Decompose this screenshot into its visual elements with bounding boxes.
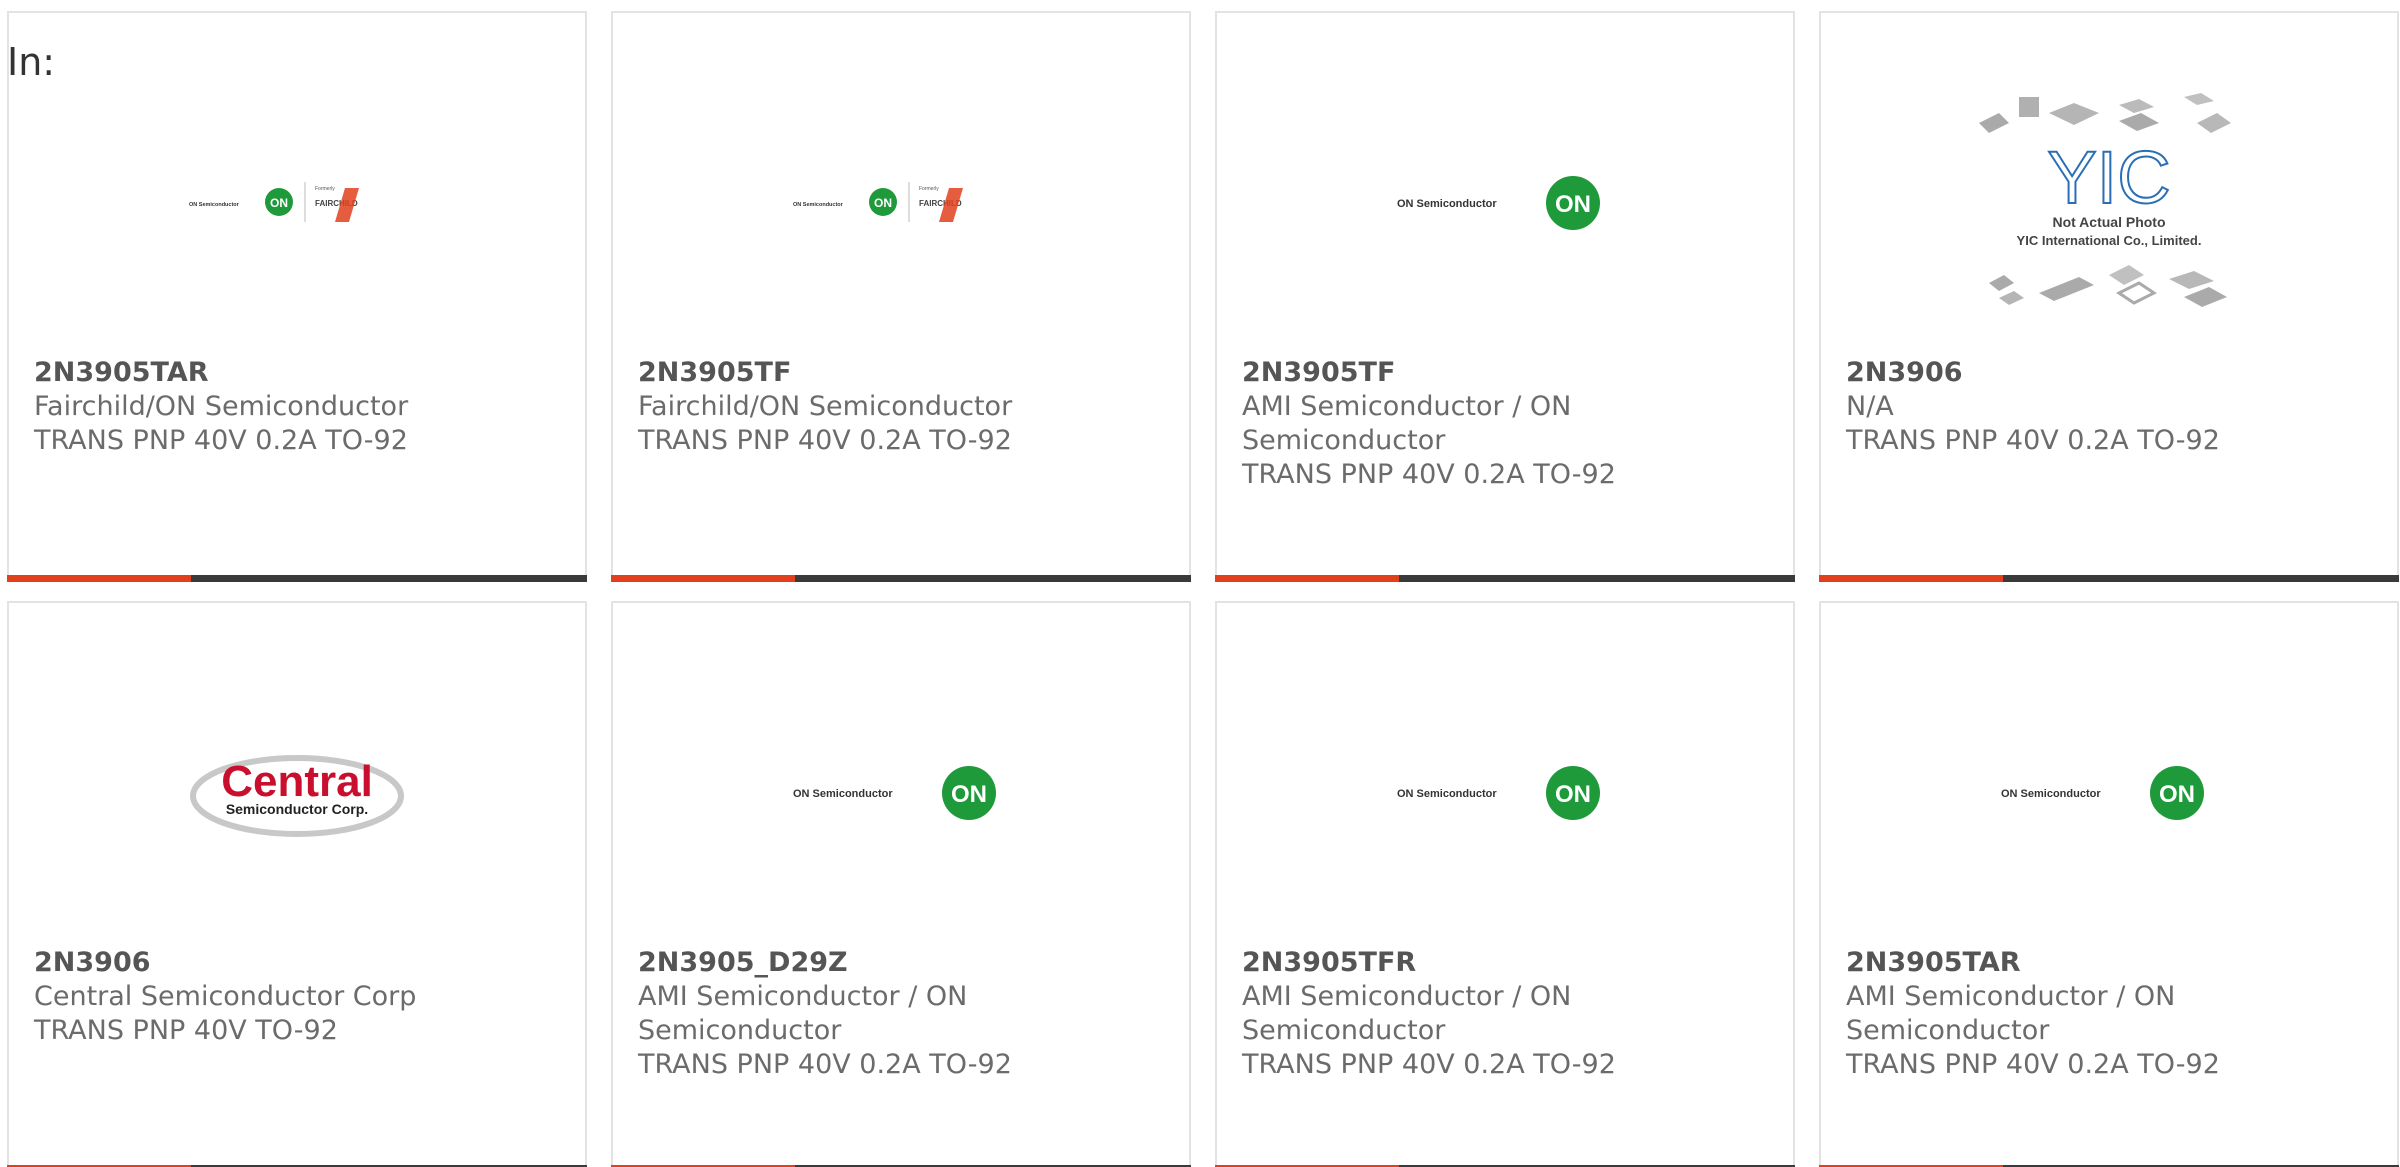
- manufacturer-logo: ON Semiconductor ON: [1217, 73, 1793, 333]
- svg-text:ON Semiconductor: ON Semiconductor: [793, 788, 893, 800]
- product-description: TRANS PNP 40V 0.2A TO-92: [1242, 459, 1616, 490]
- svg-text:ON: ON: [951, 781, 987, 808]
- on-semi-logo-icon: ON Semiconductor ON: [1397, 176, 1600, 230]
- product-description: TRANS PNP 40V 0.2A TO-92: [1846, 425, 2220, 456]
- part-number[interactable]: 2N3906: [1846, 356, 2357, 390]
- svg-text:ON: ON: [874, 196, 892, 210]
- svg-text:ON: ON: [270, 196, 288, 210]
- product-info: 2N3905TAR Fairchild/ON Semiconductor TRA…: [34, 356, 545, 458]
- manufacturer-name: AMI Semiconductor / ON Semiconductor: [1846, 981, 2176, 1046]
- svg-text:Formerly: Formerly: [919, 186, 939, 192]
- manufacturer-logo: ON Semiconductor ON: [613, 663, 1189, 923]
- part-number[interactable]: 2N3905TAR: [34, 356, 545, 390]
- manufacturer-name: Central Semiconductor Corp: [34, 981, 417, 1012]
- product-card[interactable]: ON Semiconductor ON 2N3905TF AMI Semicon…: [1215, 11, 1795, 582]
- part-number[interactable]: 2N3905TF: [638, 356, 1149, 390]
- card-accent-bar: [1215, 575, 1399, 582]
- product-card[interactable]: ON Semiconductor ON Formerly FAIRCHILD 2…: [611, 11, 1191, 582]
- card-bottom-bar: [1215, 575, 1795, 582]
- manufacturer-name: AMI Semiconductor / ON Semiconductor: [1242, 981, 1572, 1046]
- product-description: TRANS PNP 40V TO-92: [34, 1015, 338, 1046]
- card-accent-bar: [7, 575, 191, 582]
- product-description: TRANS PNP 40V 0.2A TO-92: [638, 425, 1012, 456]
- part-number[interactable]: 2N3905_D29Z: [638, 946, 1149, 980]
- part-number[interactable]: 2N3906: [34, 946, 545, 980]
- manufacturer-logo: ON Semiconductor ON: [1217, 663, 1793, 923]
- fairchild-on-logo-icon: ON Semiconductor ON Formerly FAIRCHILD: [189, 182, 359, 222]
- product-info: 2N3905TAR AMI Semiconductor / ON Semicon…: [1846, 946, 2357, 1082]
- product-info: 2N3906 Central Semiconductor Corp TRANS …: [34, 946, 545, 1048]
- svg-text:ON: ON: [2159, 781, 2195, 808]
- manufacturer-name: Fairchild/ON Semiconductor: [638, 391, 1013, 422]
- card-bottom-bar: [611, 575, 1191, 582]
- part-number[interactable]: 2N3905TAR: [1846, 946, 2357, 980]
- svg-text:ON Semiconductor: ON Semiconductor: [1397, 788, 1497, 800]
- product-description: TRANS PNP 40V 0.2A TO-92: [34, 425, 408, 456]
- on-semi-logo-icon: ON Semiconductor ON: [1397, 766, 1600, 820]
- part-number[interactable]: 2N3905TF: [1242, 356, 1753, 390]
- product-info: 2N3905TF Fairchild/ON Semiconductor TRAN…: [638, 356, 1149, 458]
- product-description: TRANS PNP 40V 0.2A TO-92: [1242, 1049, 1616, 1080]
- svg-text:Semiconductor Corp.: Semiconductor Corp.: [226, 801, 368, 817]
- svg-text:ON: ON: [1555, 191, 1591, 218]
- product-info: 2N3905_D29Z AMI Semiconductor / ON Semic…: [638, 946, 1149, 1082]
- manufacturer-logo: ON Semiconductor ON Formerly FAIRCHILD: [9, 73, 585, 333]
- card-bottom-bar: [1819, 575, 2399, 582]
- on-semi-logo-icon: ON Semiconductor ON: [793, 766, 996, 820]
- product-card[interactable]: ON Semiconductor ON Formerly FAIRCHILD 2…: [7, 11, 587, 582]
- manufacturer-logo: ON Semiconductor ON Formerly FAIRCHILD: [613, 73, 1189, 333]
- svg-text:Central: Central: [221, 757, 373, 806]
- manufacturer-logo: Central Semiconductor Corp.: [9, 663, 585, 923]
- product-description: TRANS PNP 40V 0.2A TO-92: [1846, 1049, 2220, 1080]
- yic-placeholder-logo-icon: YIC Not Actual Photo YIC International C…: [1979, 93, 2231, 307]
- svg-text:YIC International Co., Limited: YIC International Co., Limited.: [2017, 233, 2202, 248]
- manufacturer-name: Fairchild/ON Semiconductor: [34, 391, 409, 422]
- svg-text:Formerly: Formerly: [315, 186, 335, 192]
- product-info: 2N3906 N/A TRANS PNP 40V 0.2A TO-92: [1846, 356, 2357, 458]
- manufacturer-logo: ON Semiconductor ON: [1821, 663, 2397, 923]
- card-bottom-bar: [7, 575, 587, 582]
- on-semi-logo-icon: ON Semiconductor ON: [2001, 766, 2204, 820]
- fairchild-on-logo-icon: ON Semiconductor ON Formerly FAIRCHILD: [793, 182, 963, 222]
- central-semi-logo-icon: Central Semiconductor Corp.: [190, 755, 404, 837]
- manufacturer-name: AMI Semiconductor / ON Semiconductor: [1242, 391, 1572, 456]
- product-info: 2N3905TFR AMI Semiconductor / ON Semicon…: [1242, 946, 1753, 1082]
- svg-text:Not Actual Photo: Not Actual Photo: [2052, 214, 2165, 230]
- svg-text:ON Semiconductor: ON Semiconductor: [1397, 198, 1497, 210]
- manufacturer-logo: YIC Not Actual Photo YIC International C…: [1821, 53, 2397, 353]
- card-accent-bar: [611, 575, 795, 582]
- product-card[interactable]: ON Semiconductor ON 2N3905TFR AMI Semico…: [1215, 601, 1795, 1167]
- svg-text:YIC: YIC: [2047, 136, 2170, 219]
- svg-text:ON: ON: [1555, 781, 1591, 808]
- svg-text:ON Semiconductor: ON Semiconductor: [2001, 788, 2101, 800]
- svg-text:ON Semiconductor: ON Semiconductor: [793, 202, 844, 208]
- manufacturer-name: AMI Semiconductor / ON Semiconductor: [638, 981, 968, 1046]
- product-card[interactable]: ON Semiconductor ON 2N3905_D29Z AMI Semi…: [611, 601, 1191, 1167]
- product-info: 2N3905TF AMI Semiconductor / ON Semicond…: [1242, 356, 1753, 492]
- product-card[interactable]: Central Semiconductor Corp. 2N3906 Centr…: [7, 601, 587, 1167]
- svg-text:ON Semiconductor: ON Semiconductor: [189, 202, 240, 208]
- product-description: TRANS PNP 40V 0.2A TO-92: [638, 1049, 1012, 1080]
- product-card[interactable]: ON Semiconductor ON 2N3905TAR AMI Semico…: [1819, 601, 2399, 1167]
- manufacturer-name: N/A: [1846, 391, 1894, 422]
- product-card[interactable]: YIC Not Actual Photo YIC International C…: [1819, 11, 2399, 582]
- part-number[interactable]: 2N3905TFR: [1242, 946, 1753, 980]
- card-accent-bar: [1819, 575, 2003, 582]
- in-label: In:: [7, 40, 56, 84]
